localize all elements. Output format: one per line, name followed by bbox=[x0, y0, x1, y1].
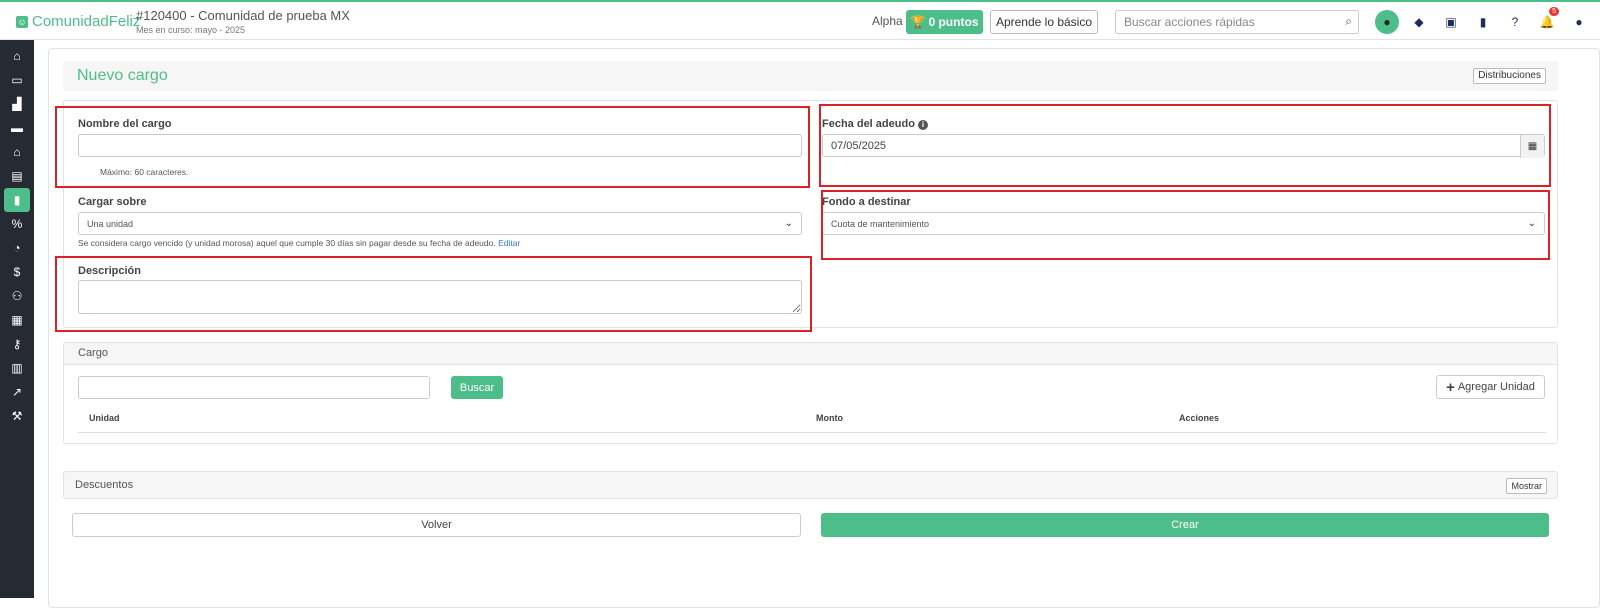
bookmark-icon[interactable]: ▮ bbox=[1471, 10, 1495, 34]
add-unit-button[interactable]: + Agregar Unidad bbox=[1436, 375, 1545, 399]
avatar-icon[interactable]: ● bbox=[1375, 10, 1399, 34]
gauge-icon[interactable]: ◔ bbox=[0, 236, 34, 260]
notification-badge: 5 bbox=[1549, 7, 1559, 16]
book-icon[interactable]: ▮ bbox=[4, 188, 30, 212]
bank-icon[interactable]: ⌂ bbox=[0, 140, 34, 164]
home-icon[interactable]: ⌂ bbox=[0, 44, 34, 68]
cargar-sobre-select[interactable]: Una unidad ⌄ bbox=[78, 212, 802, 235]
descuentos-title: Descuentos bbox=[75, 479, 134, 491]
page-title: Nuevo cargo bbox=[77, 67, 168, 84]
search-icon[interactable]: ⌕ bbox=[1345, 14, 1352, 29]
line-chart-icon[interactable]: ↗ bbox=[0, 380, 34, 404]
users-icon[interactable]: ⚇ bbox=[0, 284, 34, 308]
editar-link[interactable]: Editar bbox=[498, 238, 520, 248]
top-icons: ● ◆ ▣ ▮ ? 🔔 5 ● bbox=[1375, 7, 1591, 34]
buscar-button[interactable]: Buscar bbox=[451, 376, 503, 399]
credit-card-icon[interactable]: ▬ bbox=[0, 116, 34, 140]
cargar-sobre-label: Cargar sobre bbox=[78, 196, 147, 208]
vencido-hint: Se considera cargo vencido (y unidad mor… bbox=[78, 238, 521, 248]
photo-icon[interactable]: ▦ bbox=[0, 308, 34, 332]
bell-icon[interactable]: 🔔 5 bbox=[1535, 7, 1559, 34]
learn-basics-button[interactable]: Aprende lo básico bbox=[990, 10, 1098, 34]
cash-icon[interactable]: ▭ bbox=[0, 68, 34, 92]
chevron-down-icon: ⌄ bbox=[784, 218, 793, 229]
points-button[interactable]: 🏆 0 puntos bbox=[906, 10, 983, 34]
help-icon[interactable]: ? bbox=[1503, 10, 1527, 34]
table-divider bbox=[78, 432, 1546, 433]
logo[interactable]: ☺ ComunidadFeliz bbox=[16, 13, 140, 30]
add-unit-label: Agregar Unidad bbox=[1457, 381, 1535, 393]
gift-icon[interactable]: ▣ bbox=[1439, 10, 1463, 34]
dollar-icon[interactable]: $ bbox=[0, 260, 34, 284]
highlight-fondo bbox=[821, 190, 1550, 260]
calculator-icon[interactable]: ▥ bbox=[0, 356, 34, 380]
mostrar-button[interactable]: Mostrar bbox=[1506, 478, 1547, 494]
highlight-fecha bbox=[819, 104, 1551, 187]
column-header-acciones: Acciones bbox=[1179, 413, 1220, 423]
chart-area-icon[interactable]: ▟ bbox=[0, 92, 34, 116]
key-icon[interactable]: ⚷ bbox=[0, 332, 34, 356]
community-info: #120400 - Comunidad de prueba MX Mes en … bbox=[136, 8, 350, 35]
unit-search-input[interactable] bbox=[78, 376, 430, 399]
cargo-section-title: Cargo bbox=[64, 343, 1557, 365]
alpha-label: Alpha bbox=[872, 14, 903, 28]
quick-search-input[interactable]: Buscar acciones rápidas ⌕ bbox=[1115, 10, 1359, 34]
points-label: 0 puntos bbox=[928, 15, 979, 29]
top-navbar: ☺ ComunidadFeliz #120400 - Comunidad de … bbox=[0, 0, 1600, 40]
volver-button[interactable]: Volver bbox=[72, 513, 801, 537]
user-icon[interactable]: ● bbox=[1567, 10, 1591, 34]
logo-icon: ☺ bbox=[16, 15, 28, 28]
cargo-section: Cargo Buscar + Agregar Unidad Unidad Mon… bbox=[63, 342, 1558, 444]
wrench-icon[interactable]: ⚒ bbox=[0, 404, 34, 428]
logo-text: ComunidadFeliz bbox=[32, 13, 141, 30]
plus-icon: + bbox=[1446, 378, 1455, 396]
search-placeholder: Buscar acciones rápidas bbox=[1124, 15, 1255, 29]
sidebar: ⌂ ▭ ▟ ▬ ⌂ ▤ ▮ % ◔ $ ⚇ ▦ ⚷ ▥ ↗ ⚒ bbox=[0, 40, 34, 598]
highlight-nombre bbox=[55, 106, 810, 188]
community-name: #120400 - Comunidad de prueba MX bbox=[136, 8, 350, 23]
highlight-descripcion bbox=[55, 256, 812, 332]
page-header: Nuevo cargo Distribuciones bbox=[63, 61, 1558, 91]
file-icon[interactable]: ▤ bbox=[0, 164, 34, 188]
distribuciones-button[interactable]: Distribuciones bbox=[1473, 68, 1546, 84]
column-header-unidad: Unidad bbox=[89, 413, 120, 423]
charge-form: Nombre del cargo Máximo: 60 caracteres. … bbox=[55, 100, 1558, 332]
trophy-icon: 🏆 bbox=[910, 15, 926, 29]
column-header-monto: Monto bbox=[816, 413, 843, 423]
crear-button[interactable]: Crear bbox=[821, 513, 1549, 537]
percent-icon[interactable]: % bbox=[0, 212, 34, 236]
cargar-sobre-value: Una unidad bbox=[87, 218, 134, 229]
robot-icon[interactable]: ◆ bbox=[1407, 10, 1431, 34]
current-month: Mes en curso: mayo - 2025 bbox=[136, 25, 246, 35]
descuentos-section: Descuentos Mostrar bbox=[63, 471, 1558, 499]
